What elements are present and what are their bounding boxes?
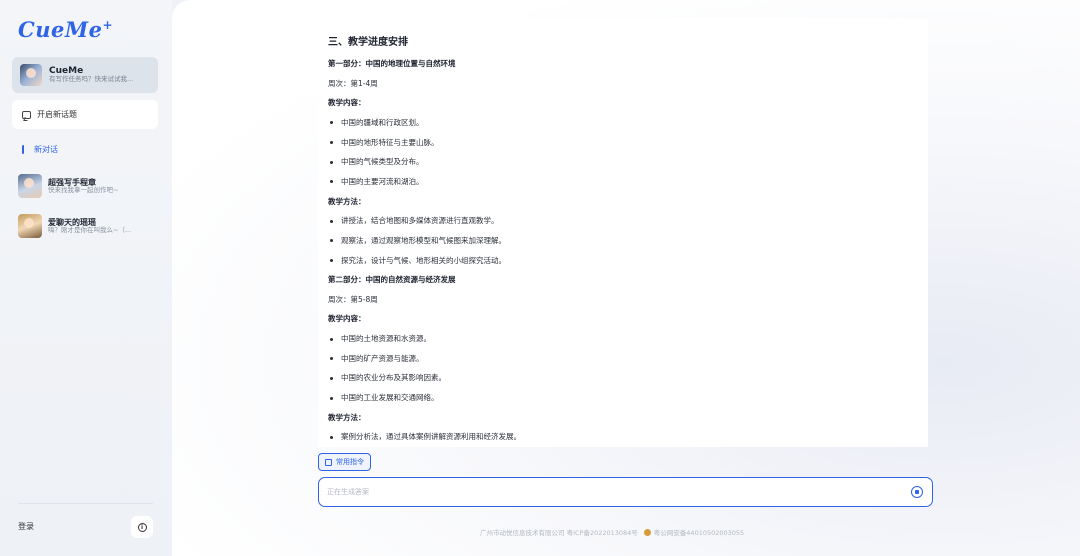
bullet-item: 中国的矿产资源与能源。 — [330, 353, 424, 364]
chat-bubble-icon — [22, 110, 31, 119]
main-panel: 三、教学进度安排 第一部分：中国的地理位置与自然环境 周次：第1-4周 教学内容： 中… — [172, 0, 1080, 556]
content-heading: 教学内容： — [328, 314, 366, 324]
answer-content: 三、教学进度安排 第一部分：中国的地理位置与自然环境 周次：第1-4周 教学内容： 中… — [318, 18, 928, 447]
new-chat-item[interactable]: 新对话 — [22, 143, 58, 155]
content-heading: 教学方法： — [328, 196, 366, 206]
common-commands-button[interactable]: 常用指令 — [318, 453, 371, 471]
info-icon: i — [137, 522, 147, 532]
common-commands-label: 常用指令 — [336, 458, 364, 466]
info-button[interactable]: i — [131, 516, 153, 538]
bullet-item: 中国的农业分布及其影响因素。 — [330, 372, 446, 383]
writer-avatar — [18, 174, 42, 198]
footer-company[interactable]: 广州市动悦信息技术有限公司 粤ICP备2022013084号 — [480, 527, 638, 537]
content-paragraph: 周次：第1-4周 — [328, 78, 378, 88]
active-indicator — [22, 144, 24, 154]
bullet-item: 中国的土地资源和水资源。 — [330, 333, 431, 344]
bullet-item: 中国的地形特征与主要山脉。 — [330, 137, 439, 148]
content-heading: 第一部分：中国的地理位置与自然环境 — [328, 59, 456, 68]
section-title: 三、教学进度安排 — [328, 37, 408, 48]
chatter-avatar — [18, 214, 42, 238]
bullet-item: 中国的主要河流和湖泊。 — [330, 176, 424, 187]
content-heading: 教学内容： — [328, 98, 366, 108]
command-icon — [325, 458, 332, 466]
login-link[interactable]: 登录 — [18, 521, 34, 532]
content-heading: 教学方法： — [328, 412, 366, 422]
stop-generation-button[interactable] — [911, 486, 923, 498]
cueme-logo[interactable]: CueMe+ — [18, 17, 113, 42]
footer: 广州市动悦信息技术有限公司 粤ICP备2022013084号 粤公网安备4401… — [480, 527, 744, 537]
sidebar: CueMe+ CueMe 有写作任务吗？快来试试我... 开启新话题 新对话 超… — [0, 0, 172, 556]
history-item-chatter[interactable]: 爱聊天的瑶瑶 嗨？刚才是你在叫我么~（... — [18, 213, 158, 239]
new-topic-label: 开启新话题 — [37, 110, 77, 119]
chat-input[interactable] — [327, 485, 887, 499]
bullet-item: 中国的气候类型及分布。 — [330, 156, 424, 167]
police-badge-icon — [643, 528, 651, 536]
content-paragraph: 周次：第5-8周 — [328, 294, 378, 304]
history-desc: 快来找我拿一起创作吧~ — [48, 185, 119, 194]
bullet-item: 观察法，通过观察地形模型和气候图来加深理解。 — [330, 235, 506, 246]
bullet-item: 案例分析法，通过具体案例讲解资源利用和经济发展。 — [330, 431, 521, 442]
stop-icon — [915, 490, 919, 494]
current-agent-card[interactable]: CueMe 有写作任务吗？快来试试我... — [12, 57, 158, 93]
bullet-item: 中国的疆域和行政区划。 — [330, 117, 424, 128]
chat-input-box[interactable] — [318, 477, 933, 507]
bullet-item: 探究法，设计与气候、地形相关的小组探究活动。 — [330, 255, 506, 266]
history-desc: 嗨？刚才是你在叫我么~（... — [48, 225, 132, 234]
new-chat-label: 新对话 — [34, 144, 58, 154]
content-heading: 第二部分：中国的自然资源与经济发展 — [328, 275, 456, 285]
new-topic-button[interactable]: 开启新话题 — [12, 100, 158, 129]
history-item-writer[interactable]: 超强写手程章 快来找我拿一起创作吧~ — [18, 173, 158, 199]
agent-desc: 有写作任务吗？快来试试我... — [49, 75, 134, 84]
sidebar-divider — [18, 503, 153, 504]
bullet-item: 讲授法，结合地图和多媒体资源进行直观教学。 — [330, 215, 499, 226]
bullet-item: 中国的工业发展和交通网络。 — [330, 392, 439, 403]
footer-police[interactable]: 粤公网安备44010502003055 — [654, 527, 744, 537]
cueme-avatar — [20, 64, 42, 86]
